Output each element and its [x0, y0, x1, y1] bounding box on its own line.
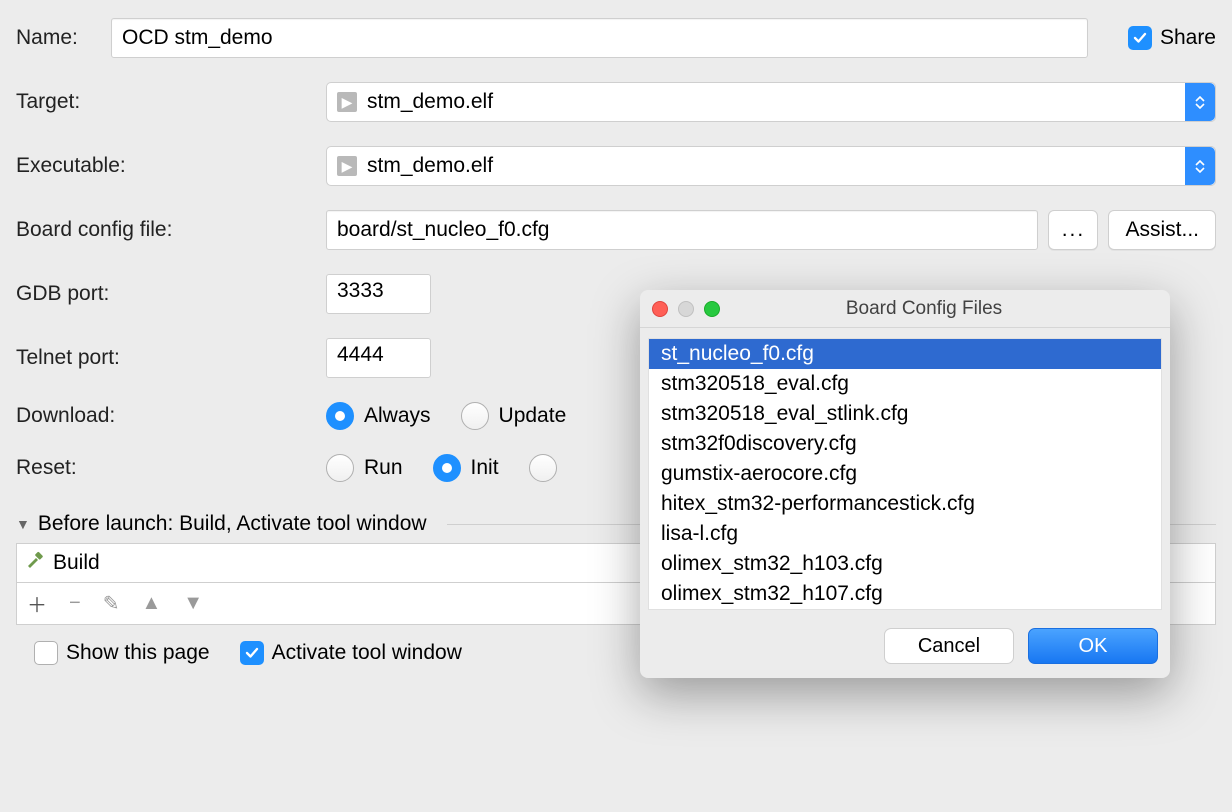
reset-init-radio[interactable]: Init: [433, 454, 499, 482]
ok-button[interactable]: OK: [1028, 628, 1158, 664]
download-always-label: Always: [364, 404, 431, 428]
radio-icon: [529, 454, 557, 482]
reset-init-label: Init: [471, 456, 499, 480]
download-always-radio[interactable]: Always: [326, 402, 431, 430]
minimize-icon: [678, 301, 694, 317]
list-item[interactable]: st_nucleo_f0.cfg: [649, 339, 1161, 369]
share-checkbox[interactable]: [1128, 26, 1152, 50]
share-checkbox-group[interactable]: Share: [1128, 26, 1216, 50]
remove-icon[interactable]: −: [69, 592, 81, 615]
name-input[interactable]: OCD stm_demo: [111, 18, 1088, 58]
executable-dropdown[interactable]: ▶ stm_demo.elf: [326, 146, 1216, 186]
chevron-updown-icon[interactable]: [1185, 83, 1215, 121]
dialog-title: Board Config Files: [750, 298, 1158, 320]
hammer-icon: [25, 550, 45, 576]
executable-value: stm_demo.elf: [367, 154, 493, 178]
zoom-icon[interactable]: [704, 301, 720, 317]
board-config-input[interactable]: board/st_nucleo_f0.cfg: [326, 210, 1038, 250]
chevron-updown-icon[interactable]: [1185, 147, 1215, 185]
disclosure-triangle-icon: ▼: [16, 516, 30, 532]
list-item[interactable]: stm32f0discovery.cfg: [649, 429, 1161, 459]
gdb-port-input[interactable]: 3333: [326, 274, 431, 314]
show-this-page-checkbox[interactable]: [34, 641, 58, 665]
activate-tool-window-checkbox-group[interactable]: Activate tool window: [240, 641, 462, 665]
executable-label: Executable:: [16, 154, 326, 178]
assist-button[interactable]: Assist...: [1108, 210, 1216, 250]
move-up-icon[interactable]: ▲: [141, 592, 161, 615]
file-icon: ▶: [337, 92, 357, 112]
show-this-page-checkbox-group[interactable]: Show this page: [34, 641, 210, 665]
download-updated-label: Update: [499, 404, 567, 428]
reset-run-label: Run: [364, 456, 403, 480]
list-item[interactable]: lisa-l.cfg: [649, 519, 1161, 549]
activate-tool-window-checkbox[interactable]: [240, 641, 264, 665]
list-item[interactable]: stm320518_eval.cfg: [649, 369, 1161, 399]
cancel-button[interactable]: Cancel: [884, 628, 1014, 664]
telnet-port-input[interactable]: 4444: [326, 338, 431, 378]
target-dropdown[interactable]: ▶ stm_demo.elf: [326, 82, 1216, 122]
close-icon[interactable]: [652, 301, 668, 317]
list-item[interactable]: stm320518_eval_stlink.cfg: [649, 399, 1161, 429]
download-updated-radio[interactable]: Update: [461, 402, 567, 430]
reset-label: Reset:: [16, 456, 326, 480]
show-this-page-label: Show this page: [66, 641, 210, 665]
download-label: Download:: [16, 404, 326, 428]
radio-selected-icon: [326, 402, 354, 430]
radio-icon: [461, 402, 489, 430]
list-item[interactable]: gumstix-aerocore.cfg: [649, 459, 1161, 489]
move-down-icon[interactable]: ▼: [183, 592, 203, 615]
target-value: stm_demo.elf: [367, 90, 493, 114]
radio-selected-icon: [433, 454, 461, 482]
board-config-label: Board config file:: [16, 218, 326, 242]
board-config-list[interactable]: st_nucleo_f0.cfgstm320518_eval.cfgstm320…: [648, 338, 1162, 610]
name-label: Name:: [16, 26, 111, 50]
before-launch-title: Before launch: Build, Activate tool wind…: [38, 512, 427, 536]
list-item[interactable]: olimex_stm32_h107.cfg: [649, 579, 1161, 609]
list-item[interactable]: hitex_stm32-performancestick.cfg: [649, 489, 1161, 519]
browse-button[interactable]: ...: [1048, 210, 1098, 250]
share-label: Share: [1160, 26, 1216, 50]
reset-run-radio[interactable]: Run: [326, 454, 403, 482]
before-launch-item-label: Build: [53, 551, 100, 575]
file-icon: ▶: [337, 156, 357, 176]
reset-third-radio[interactable]: [529, 454, 557, 482]
target-label: Target:: [16, 90, 326, 114]
add-icon[interactable]: ＋: [27, 589, 47, 618]
activate-tool-window-label: Activate tool window: [272, 641, 462, 665]
telnet-port-label: Telnet port:: [16, 346, 326, 370]
board-config-dialog: Board Config Files st_nucleo_f0.cfgstm32…: [640, 290, 1170, 678]
radio-icon: [326, 454, 354, 482]
gdb-port-label: GDB port:: [16, 282, 326, 306]
edit-icon[interactable]: ✎: [103, 591, 120, 616]
list-item[interactable]: olimex_stm32_h103.cfg: [649, 549, 1161, 579]
